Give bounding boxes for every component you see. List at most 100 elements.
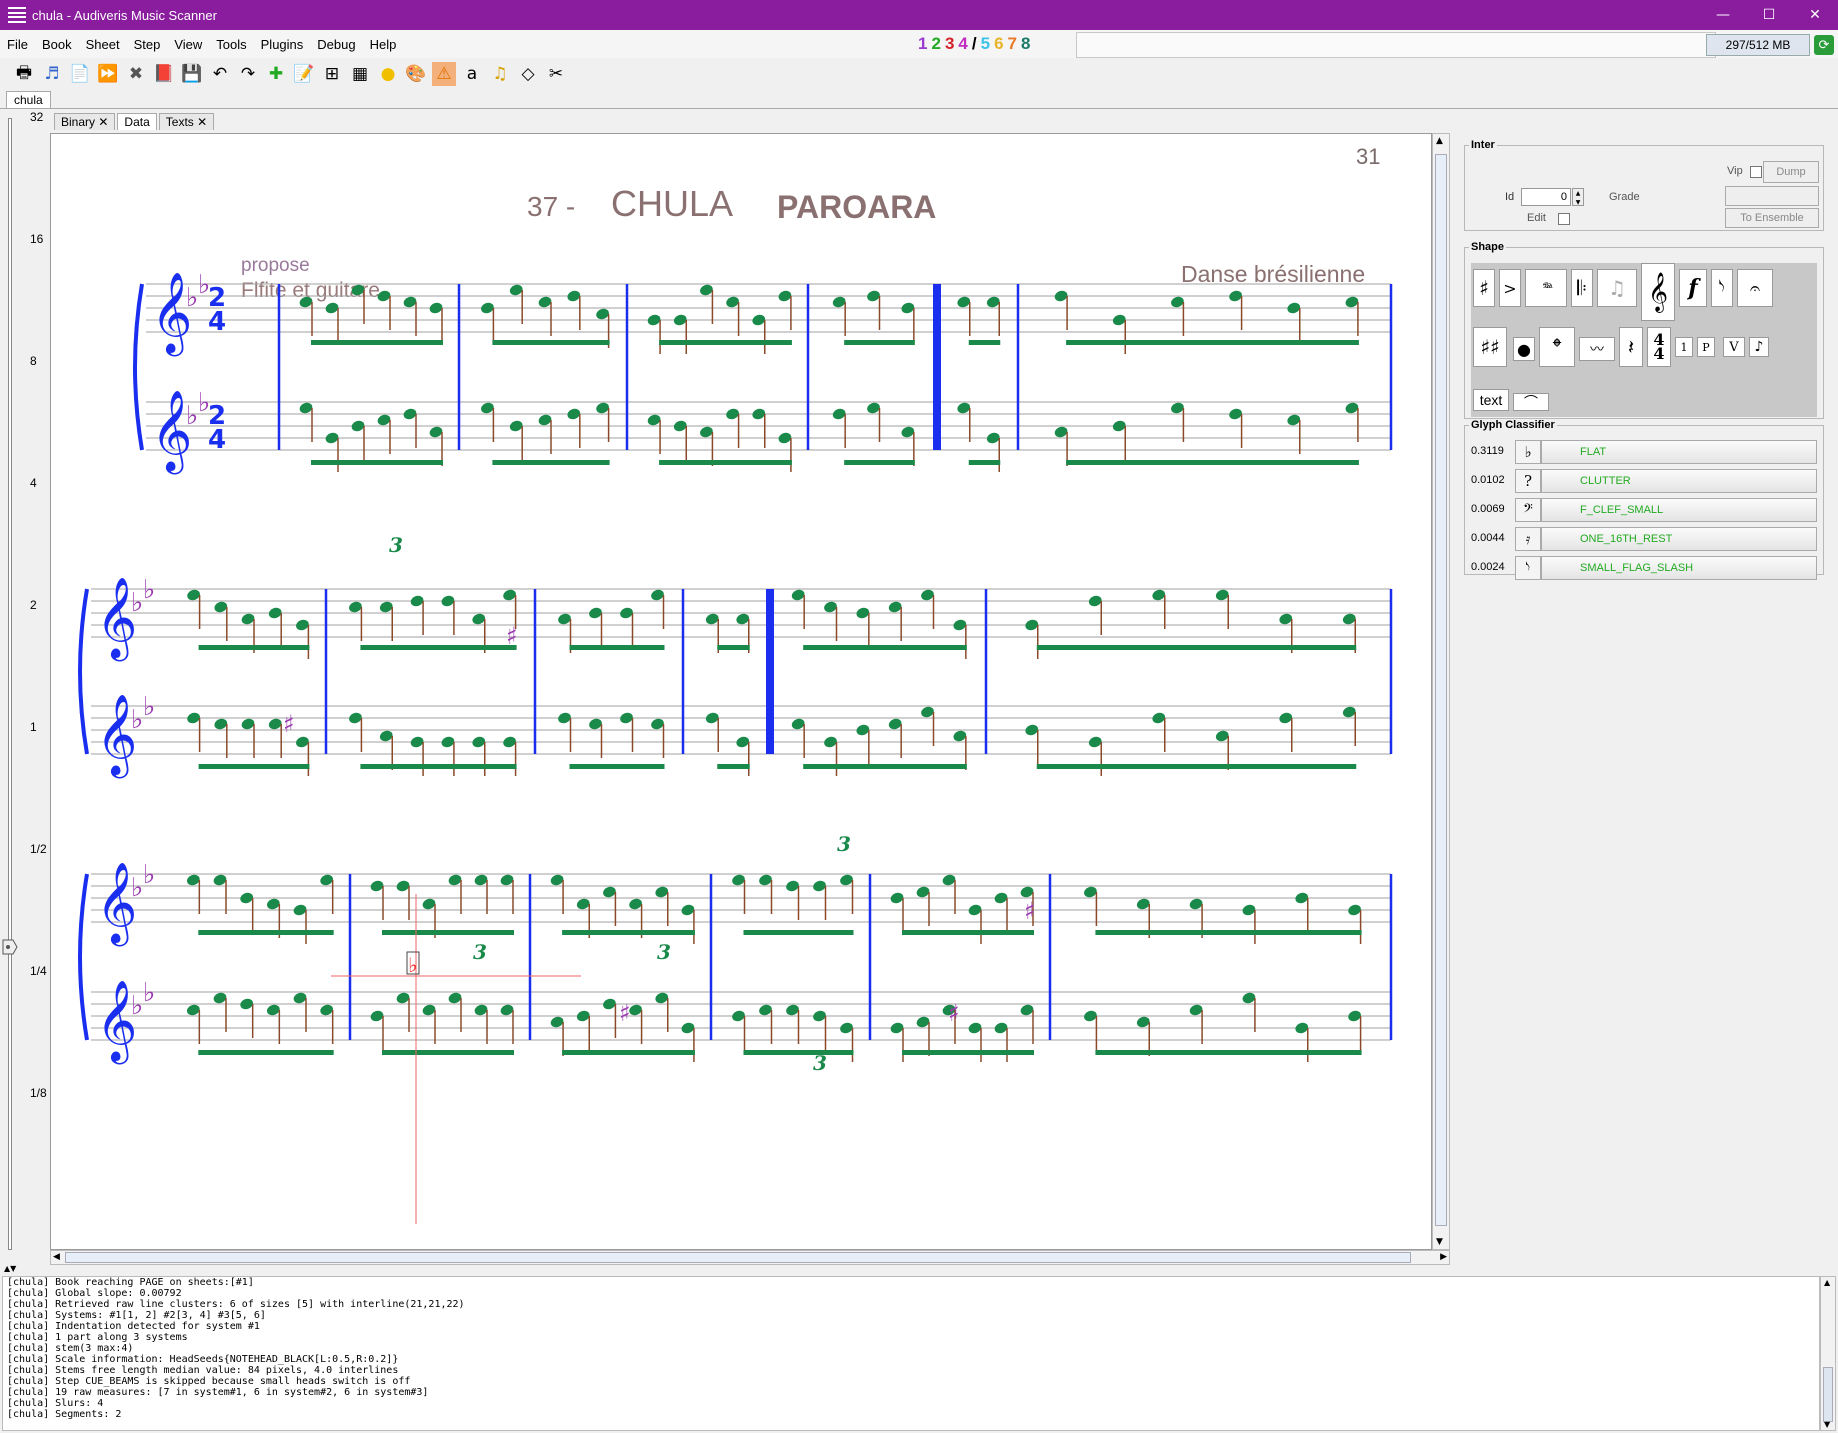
zoom-ruler[interactable]: 32 16 8 4 2 1 1/2 1/4 1/8 — [0, 110, 52, 1258]
save-icon[interactable]: 💾 — [180, 62, 204, 86]
text-icon[interactable]: a — [460, 62, 484, 86]
slur-shape-icon[interactable]: ⌒ — [1513, 393, 1549, 411]
text-shape-icon[interactable]: text — [1473, 389, 1509, 411]
step-2[interactable]: 2 — [931, 34, 940, 54]
tab-binary[interactable]: Binary ✕ — [54, 113, 116, 130]
memory-meter[interactable]: 297/512 MB — [1706, 34, 1810, 56]
collapse-arrows-icon[interactable]: ▲▼ — [4, 1264, 16, 1273]
step-1[interactable]: 1 — [918, 34, 927, 54]
time-signature-shape-icon[interactable]: 44 — [1647, 327, 1671, 367]
garbage-collect-icon[interactable]: ⟳ — [1814, 35, 1834, 55]
grid-details-icon[interactable]: ▦ — [348, 62, 372, 86]
scroll-up-icon[interactable]: ▲ — [1824, 1278, 1830, 1287]
clutter-icon[interactable]: ? — [1515, 469, 1541, 493]
warning-icon[interactable]: ⚠ — [432, 62, 456, 86]
notehead-shape-icon[interactable]: ● — [1513, 337, 1535, 361]
scroll-thumb[interactable] — [1435, 154, 1447, 1226]
menu-tools[interactable]: Tools — [209, 37, 253, 52]
scroll-thumb[interactable] — [65, 1252, 1411, 1263]
sixteenth-rest-icon[interactable]: 𝄿 — [1515, 527, 1541, 551]
book-tab-chula[interactable]: chula — [6, 91, 51, 108]
menu-book[interactable]: Book — [35, 37, 79, 52]
split-divider[interactable]: ▲▼ — [0, 1264, 1838, 1276]
flag-slash-icon[interactable]: 𝅮 — [1515, 556, 1541, 580]
export-music-icon[interactable]: ♬ — [40, 62, 64, 86]
sharp-shape-icon[interactable]: ♯ — [1473, 269, 1495, 307]
score-view[interactable]: 31 37 - CHULA PAROARA propose Flfite et … — [50, 133, 1432, 1250]
quarter-rest-shape-icon[interactable]: 𝄽 — [1619, 327, 1643, 367]
dump-button[interactable]: Dump — [1763, 161, 1819, 183]
id-spinner-input[interactable] — [1521, 188, 1571, 206]
score-canvas[interactable]: 31 37 - CHULA PAROARA propose Flfite et … — [51, 134, 1432, 1250]
step-8[interactable]: 7 — [1008, 34, 1017, 54]
close-icon[interactable]: ✖ — [124, 62, 148, 86]
step-3[interactable]: 3 — [945, 34, 954, 54]
pdf-icon[interactable]: 📕 — [152, 62, 176, 86]
close-icon[interactable]: ✕ — [98, 115, 108, 129]
yellow-dot-icon[interactable]: ● — [376, 62, 400, 86]
menu-help[interactable]: Help — [363, 37, 404, 52]
menu-step[interactable]: Step — [127, 37, 168, 52]
undo-icon[interactable]: ↶ — [208, 62, 232, 86]
classifier-shape-button[interactable]: F_CLEF_SMALL — [1541, 498, 1817, 522]
print-icon[interactable]: 🖶 — [12, 62, 36, 86]
double-sharp-shape-icon[interactable]: ♯♯ — [1473, 327, 1507, 367]
step-6[interactable]: 5 — [981, 34, 990, 54]
classifier-row[interactable]: 0.0044 𝄿 ONE_16TH_REST — [1465, 526, 1817, 552]
menu-view[interactable]: View — [167, 37, 209, 52]
classifier-shape-button[interactable]: CLUTTER — [1541, 469, 1817, 493]
close-icon[interactable]: ✕ — [197, 115, 207, 129]
classifier-row[interactable]: 0.0024𝅮 SMALL_FLAG_SLASH — [1465, 555, 1817, 581]
step-4[interactable]: 4 — [958, 34, 967, 54]
edit-checkbox[interactable] — [1558, 213, 1570, 225]
grid-icon[interactable]: ⊞ — [320, 62, 344, 86]
transcribe-icon[interactable]: 📝 — [292, 62, 316, 86]
scroll-down-icon[interactable]: ▼ — [1824, 1420, 1830, 1429]
flag-shape-icon[interactable]: 𝅮 — [1711, 269, 1733, 307]
menu-debug[interactable]: Debug — [310, 37, 362, 52]
accent-shape-icon[interactable]: > — [1499, 269, 1521, 307]
add-icon[interactable]: ✚ — [264, 62, 288, 86]
menu-file[interactable]: File — [0, 37, 35, 52]
step-7[interactable]: 6 — [994, 34, 1003, 54]
classifier-row[interactable]: 0.0069 𝄢 F_CLEF_SMALL — [1465, 497, 1817, 523]
scroll-down-icon[interactable]: ▼ — [1436, 1237, 1443, 1247]
palette-icon[interactable]: 🎨 — [404, 62, 428, 86]
beam-notes-shape-icon[interactable]: ♫ — [1597, 269, 1637, 307]
step-9[interactable]: 8 — [1021, 34, 1030, 54]
redo-icon[interactable]: ↷ — [236, 62, 260, 86]
roman-shape-icon[interactable]: V — [1723, 337, 1745, 357]
score-horizontal-scrollbar[interactable]: ◀ ▶ — [50, 1250, 1450, 1265]
g-clef-shape-icon[interactable]: 𝄞 — [1641, 263, 1675, 321]
vip-checkbox[interactable] — [1750, 166, 1762, 178]
repeat-shape-icon[interactable]: 𝄆 — [1571, 269, 1593, 307]
fast-forward-icon[interactable]: ⏩ — [96, 62, 120, 86]
fermata-shape-icon[interactable]: 𝄐 — [1737, 269, 1773, 307]
maximize-button[interactable]: ☐ — [1746, 0, 1792, 30]
menu-sheet[interactable]: Sheet — [79, 37, 127, 52]
forte-shape-icon[interactable]: f — [1679, 269, 1707, 307]
classifier-row[interactable]: 0.3119 ♭ FLAT — [1465, 439, 1817, 465]
score-vertical-scrollbar[interactable]: ▲ ▼ — [1432, 133, 1450, 1250]
menu-plugins[interactable]: Plugins — [254, 37, 311, 52]
log-scrollbar[interactable]: ▲ ▼ — [1820, 1276, 1836, 1431]
minimize-button[interactable]: — — [1700, 0, 1746, 30]
id-spinner-arrows-icon[interactable]: ▲ ▼ — [1572, 188, 1584, 206]
coda-shape-icon[interactable]: 𝄌 — [1539, 327, 1575, 367]
to-ensemble-button[interactable]: To Ensemble — [1725, 208, 1819, 228]
scroll-left-icon[interactable]: ◀ — [53, 1252, 60, 1262]
classifier-shape-button[interactable]: ONE_16TH_REST — [1541, 527, 1817, 551]
load-sheet-icon[interactable]: 📄 — [68, 62, 92, 86]
scroll-up-icon[interactable]: ▲ — [1436, 136, 1443, 146]
f-clef-icon[interactable]: 𝄢 — [1515, 498, 1541, 522]
zoom-rail[interactable] — [8, 118, 12, 1250]
music-note-icon[interactable]: ♫ — [488, 62, 512, 86]
pedal-shape-icon[interactable]: 𝆮 — [1525, 269, 1567, 307]
scroll-thumb[interactable] — [1823, 1367, 1833, 1422]
tab-data[interactable]: Data — [117, 113, 157, 130]
close-window-button[interactable]: ✕ — [1792, 0, 1838, 30]
small-note-shape-icon[interactable]: ♪ — [1749, 337, 1769, 357]
eraser-icon[interactable]: ◇ — [516, 62, 540, 86]
flat-icon[interactable]: ♭ — [1515, 440, 1541, 464]
classifier-shape-button[interactable]: FLAT — [1541, 440, 1817, 464]
